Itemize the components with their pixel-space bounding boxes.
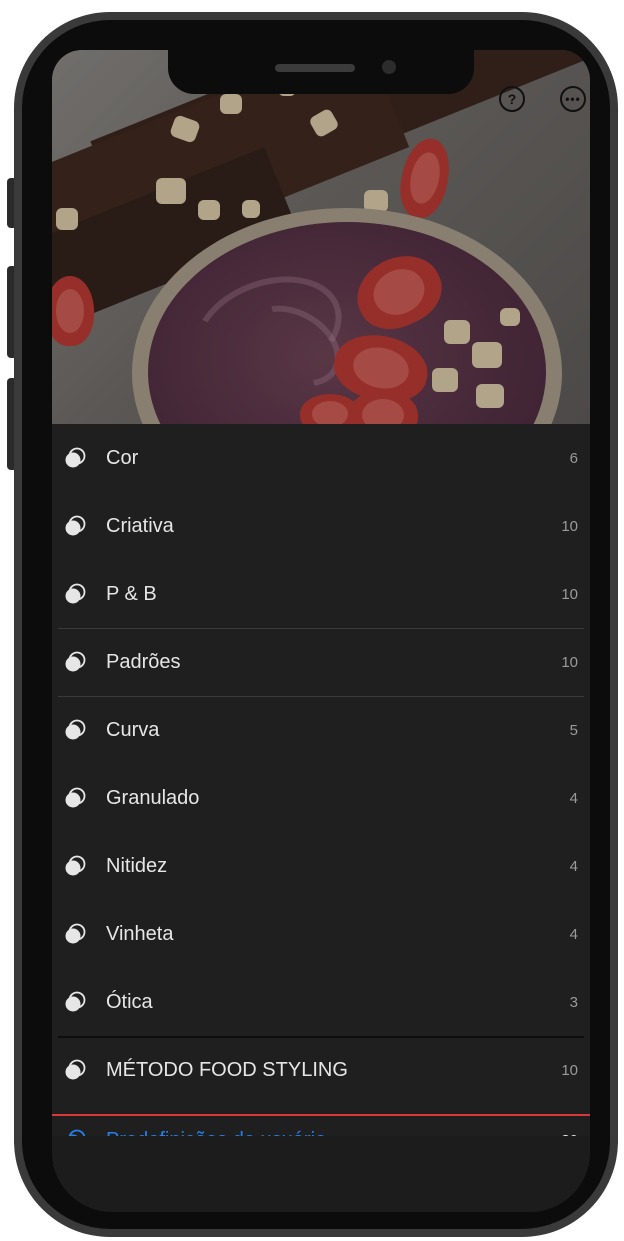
preset-group-icon — [65, 651, 86, 672]
front-camera — [382, 60, 396, 74]
preset-group-icon — [65, 583, 86, 604]
preset-group-icon — [65, 719, 86, 740]
preset-group-granulado[interactable]: Granulado 4 — [52, 764, 590, 832]
preset-group-icon — [65, 923, 86, 944]
preset-group-otica[interactable]: Ótica 3 — [52, 968, 590, 1036]
photo-preview: ? ••• — [52, 50, 590, 424]
preset-group-label: Nitidez — [106, 854, 168, 877]
preset-group-count: 6 — [569, 449, 578, 467]
preset-group-count: 10 — [561, 1061, 578, 1079]
more-options-icon[interactable]: ••• — [560, 86, 586, 112]
help-icon[interactable]: ? — [499, 86, 525, 112]
preset-group-vinheta[interactable]: Vinheta 4 — [52, 900, 590, 968]
preset-group-pb[interactable]: P & B 10 — [52, 560, 590, 628]
preset-group-count: 4 — [569, 925, 578, 943]
preset-group-label: Cor — [106, 446, 139, 469]
preset-group-count: 4 — [569, 857, 578, 875]
preset-group-label: Criativa — [106, 514, 174, 537]
preset-group-count: 4 — [569, 789, 578, 807]
preset-group-label: Curva — [106, 718, 160, 741]
preset-group-label: Padrões — [106, 650, 181, 673]
preset-group-icon — [65, 787, 86, 808]
phone-notch — [168, 50, 474, 94]
app-screen: ? ••• Cor 6 Criativa 10 P & B 10 Padrões… — [52, 50, 590, 1212]
preset-group-cor[interactable]: Cor 6 — [52, 424, 590, 492]
preset-group-count: 10 — [561, 653, 578, 671]
preset-group-list: Cor 6 Criativa 10 P & B 10 Padrões 10 Cu… — [52, 424, 590, 1166]
preset-group-count: 5 — [569, 721, 578, 739]
preset-group-label: Ótica — [106, 990, 153, 1013]
bottom-panel — [52, 1136, 590, 1212]
preset-group-label: P & B — [106, 582, 157, 605]
preset-group-icon — [65, 515, 86, 536]
preset-group-label: Vinheta — [106, 922, 174, 945]
speaker-grille — [275, 64, 355, 72]
preset-group-label: MÉTODO FOOD STYLING — [106, 1058, 348, 1081]
preset-group-criativa[interactable]: Criativa 10 — [52, 492, 590, 560]
help-icon-glyph: ? — [507, 91, 517, 107]
preset-group-count: 3 — [569, 993, 578, 1011]
preset-group-icon — [65, 447, 86, 468]
preset-group-label: Granulado — [106, 786, 200, 809]
preset-group-curva[interactable]: Curva 5 — [52, 696, 590, 764]
preset-group-metodo-food-styling[interactable]: MÉTODO FOOD STYLING 10 — [52, 1036, 590, 1104]
phone-mockup: ? ••• Cor 6 Criativa 10 P & B 10 Padrões… — [0, 0, 624, 1241]
preset-group-icon — [65, 1059, 86, 1080]
more-icon-glyph: ••• — [565, 92, 581, 106]
preset-group-icon — [65, 991, 86, 1012]
preset-group-count: 10 — [561, 585, 578, 603]
preset-group-icon — [65, 855, 86, 876]
preset-group-nitidez[interactable]: Nitidez 4 — [52, 832, 590, 900]
preset-group-padroes[interactable]: Padrões 10 — [52, 628, 590, 696]
preset-group-count: 10 — [561, 517, 578, 535]
